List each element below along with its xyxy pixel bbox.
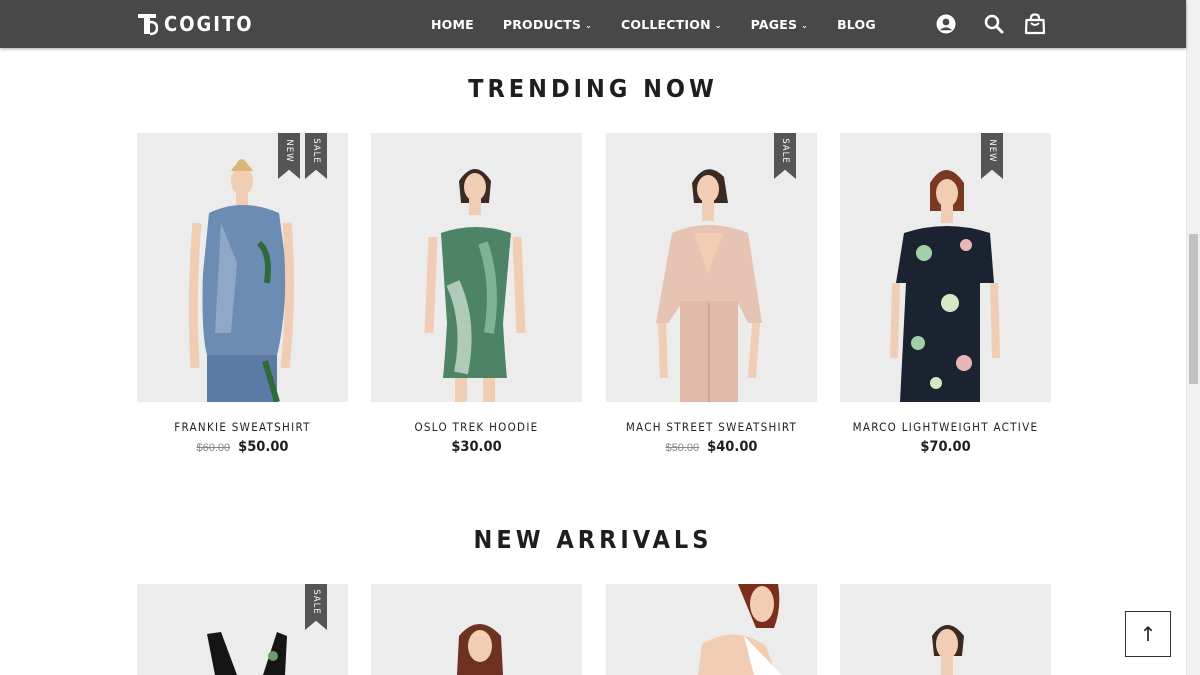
shopping-bag-icon[interactable] [1023, 12, 1047, 36]
model-photo [606, 584, 817, 675]
product-name[interactable]: MARCO LIGHTWEIGHT ACTIVE [840, 420, 1051, 434]
page-scrollbar[interactable] [1186, 0, 1200, 675]
product-image[interactable]: SALE [606, 133, 817, 402]
product-image[interactable] [840, 584, 1051, 675]
product-name[interactable]: FRANKIE SWEATSHIRT [137, 420, 348, 434]
product-image[interactable] [371, 133, 582, 402]
arrivals-title: NEW ARRIVALS [473, 525, 713, 554]
current-price: $40.00 [707, 439, 758, 455]
product-card[interactable]: SALE MACH STREET SWEATSHIRT $50.00 $40.0… [606, 133, 817, 455]
nav-pages[interactable]: PAGES ⌄ [751, 17, 808, 32]
model-photo [840, 584, 1051, 675]
product-image[interactable]: SALE [137, 584, 348, 675]
search-icon[interactable] [982, 12, 1006, 36]
nav-collection[interactable]: COLLECTION ⌄ [621, 17, 722, 32]
site-header: COGITO HOME PRODUCTS ⌄ COLLECTION ⌄ PAGES ⌄… [0, 0, 1186, 48]
product-name[interactable]: OSLO TREK HOODIE [371, 420, 582, 434]
arrow-up-icon: ↑ [1139, 622, 1157, 646]
product-card[interactable]: NEW MARCO LIGHTWEIGHT ACTIVE $70.00 [840, 133, 1051, 455]
chevron-down-icon: ⌄ [714, 20, 722, 30]
product-price: $60.00 $50.00 [137, 439, 348, 455]
current-price: $30.00 [451, 439, 502, 455]
current-price: $50.00 [238, 439, 289, 455]
chevron-down-icon: ⌄ [801, 20, 809, 30]
old-price: $60.00 [196, 442, 231, 454]
product-card[interactable]: NEW SALE FRANKIE SWEATSHIRT $60.00 $50.0… [137, 133, 348, 455]
product-image[interactable]: NEW SALE [137, 133, 348, 402]
product-price: $70.00 [840, 439, 1051, 455]
logo-icon [138, 14, 158, 36]
logo-text: COGITO [164, 12, 254, 36]
trending-title: TRENDING NOW [468, 74, 718, 103]
user-icon[interactable] [934, 12, 958, 36]
model-photo [371, 133, 582, 402]
main-nav: HOME PRODUCTS ⌄ COLLECTION ⌄ PAGES ⌄ BLOG [431, 0, 876, 48]
product-card[interactable]: OSLO TREK HOODIE $30.00 [371, 133, 582, 455]
nav-products[interactable]: PRODUCTS ⌄ [503, 17, 592, 32]
model-photo [137, 133, 348, 402]
model-photo [371, 584, 582, 675]
product-image[interactable] [371, 584, 582, 675]
model-photo [840, 133, 1051, 402]
nav-blog[interactable]: BLOG [837, 17, 876, 32]
scrollbar-thumb[interactable] [1189, 234, 1198, 384]
chevron-down-icon: ⌄ [585, 20, 593, 30]
model-photo [606, 133, 817, 402]
logo[interactable]: COGITO [136, 11, 254, 37]
product-image[interactable]: NEW [840, 133, 1051, 402]
product-name[interactable]: MACH STREET SWEATSHIRT [606, 420, 817, 434]
product-price: $30.00 [371, 439, 582, 455]
back-to-top-button[interactable]: ↑ [1125, 611, 1171, 657]
product-price: $50.00 $40.00 [606, 439, 817, 455]
old-price: $50.00 [665, 442, 700, 454]
product-image[interactable] [606, 584, 817, 675]
nav-home[interactable]: HOME [431, 17, 474, 32]
current-price: $70.00 [920, 439, 971, 455]
